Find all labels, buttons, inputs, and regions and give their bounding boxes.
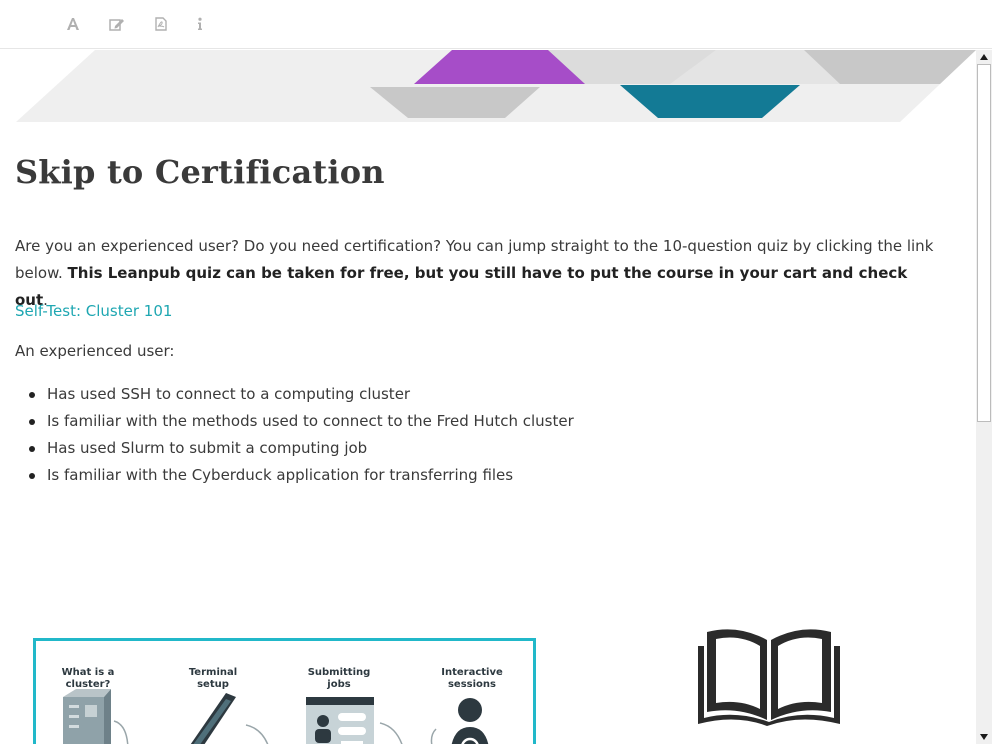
book-icon: [698, 629, 840, 726]
reader-toolbar: [0, 0, 992, 49]
scroll-up-arrow-icon[interactable]: [976, 50, 992, 64]
pdf-icon[interactable]: [150, 13, 172, 35]
list-item: Has used SSH to connect to a computing c…: [15, 381, 574, 408]
flow-arrow: [113, 720, 129, 744]
list-item-text: Is familiar with the methods used to con…: [47, 412, 574, 430]
server-icon: [63, 689, 111, 744]
info-icon[interactable]: [189, 13, 211, 35]
chapter-content: Skip to Certification Are you an experie…: [0, 50, 976, 744]
bullet-dot: [29, 392, 35, 398]
submit-jobs-icon: [306, 697, 374, 744]
list-item-text: Is familiar with the Cyberduck applicati…: [47, 466, 514, 484]
bullet-dot: [29, 419, 35, 425]
course-map-diagram: What is a cluster? Terminal setup Submit…: [33, 638, 536, 744]
terminal-icon: [190, 693, 236, 744]
experienced-user-list: Has used SSH to connect to a computing c…: [15, 381, 574, 489]
experienced-user-label: An experienced user:: [15, 342, 175, 360]
scrollbar-thumb[interactable]: [977, 64, 991, 422]
page-title: Skip to Certification: [15, 153, 385, 191]
flow-arrow: [430, 728, 437, 744]
list-item: Has used Slurm to submit a computing job: [15, 435, 574, 462]
flow-arrow: [379, 722, 403, 744]
bullet-dot: [29, 446, 35, 452]
list-item: Is familiar with the Cyberduck applicati…: [15, 462, 574, 489]
self-test-link[interactable]: Self-Test: Cluster 101: [15, 302, 172, 320]
font-icon[interactable]: [62, 13, 84, 35]
scroll-down-arrow-icon[interactable]: [976, 730, 992, 744]
flow-arrow: [245, 724, 269, 744]
edit-icon[interactable]: [106, 13, 128, 35]
list-item: Is familiar with the methods used to con…: [15, 408, 574, 435]
content-scrollbar[interactable]: [976, 50, 992, 744]
list-item-text: Has used SSH to connect to a computing c…: [47, 385, 411, 403]
interactive-user-icon: [451, 698, 489, 744]
list-item-text: Has used Slurm to submit a computing job: [47, 439, 368, 457]
chapter-banner: [16, 50, 976, 122]
course-map-graphics: [63, 689, 489, 744]
bullet-dot: [29, 473, 35, 479]
